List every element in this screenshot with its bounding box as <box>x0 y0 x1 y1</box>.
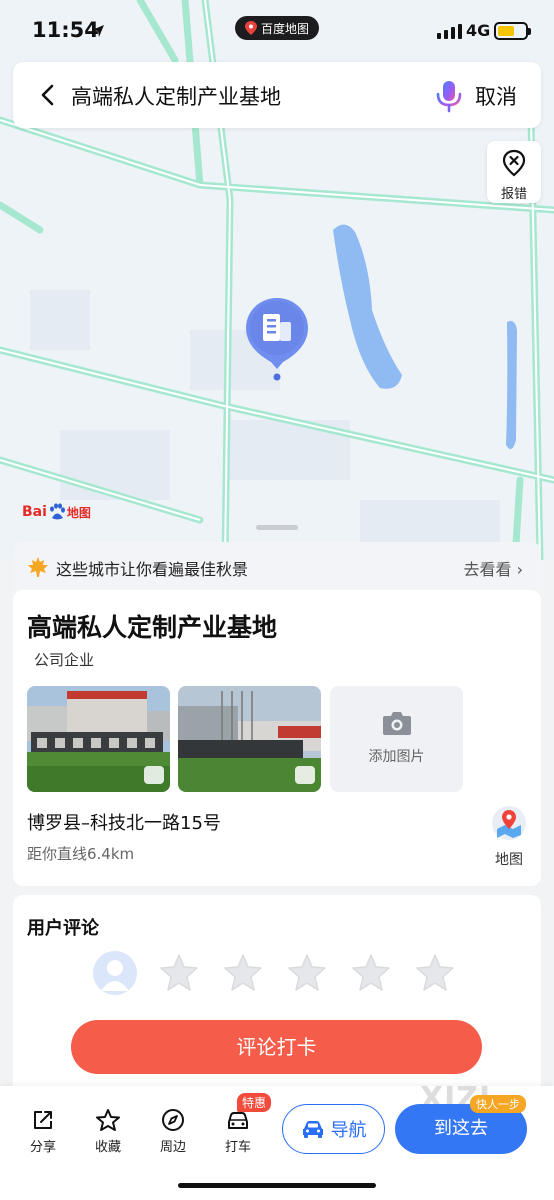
maple-leaf-icon <box>28 557 48 577</box>
map-pin-icon <box>244 21 257 35</box>
app-pill-label: 百度地图 <box>260 21 309 36</box>
favorite-label: 收藏 <box>94 1140 121 1155</box>
baidu-paw-icon <box>49 503 65 520</box>
go-here-badge: 快人一步 <box>470 1095 526 1113</box>
voice-mic-icon[interactable] <box>433 79 465 113</box>
map-view[interactable]: 11:54 百度地图 4G 高端私人定制产业基地 取消 报错 Bai 地图 <box>0 0 554 560</box>
poi-category: 公司企业 <box>34 651 95 669</box>
favorite-button[interactable]: 收藏 <box>86 1108 130 1155</box>
signal-icon <box>437 24 462 39</box>
taxi-label: 打车 <box>224 1140 251 1155</box>
photo-icon <box>295 766 315 784</box>
network-type: 4G <box>466 21 491 40</box>
compass-icon <box>162 1109 184 1131</box>
nearby-button[interactable]: 周边 <box>151 1108 195 1155</box>
poi-distance: 距你直线6.4km <box>27 845 135 863</box>
rating-star-1[interactable] <box>158 952 200 994</box>
photo-icon <box>144 766 164 784</box>
view-map-label: 地图 <box>495 852 523 868</box>
search-query[interactable]: 高端私人定制产业基地 <box>71 81 281 111</box>
poi-photo-1[interactable] <box>27 686 170 792</box>
back-icon[interactable] <box>35 82 61 108</box>
cancel-button[interactable]: 取消 <box>475 81 517 111</box>
poi-title: 高端私人定制产业基地 <box>27 613 278 642</box>
camera-icon <box>382 712 411 735</box>
share-icon <box>34 1111 52 1129</box>
nearby-label: 周边 <box>159 1140 186 1155</box>
avatar <box>93 951 137 995</box>
review-title: 用户评论 <box>27 918 99 939</box>
promo-banner[interactable]: 这些城市让你看遍最佳秋景 去看看 › <box>13 542 541 592</box>
bottom-action-bar: XIZI 分享 收藏 周边 打车 特惠 导航 到这去 快人一步 <box>0 1081 554 1200</box>
rating-stars[interactable] <box>158 952 456 994</box>
rating-star-5[interactable] <box>414 952 456 994</box>
report-pin-icon <box>502 149 526 177</box>
baidu-logo: Bai 地图 <box>22 503 91 520</box>
add-photo-label: 添加图片 <box>368 749 425 765</box>
promo-link[interactable]: 去看看 › <box>464 556 524 580</box>
search-bar[interactable]: 高端私人定制产业基地 取消 <box>13 62 541 128</box>
navigate-label: 导航 <box>330 1120 367 1141</box>
view-map-button[interactable]: 地图 <box>488 805 530 869</box>
poi-card: 高端私人定制产业基地 公司企业 添加图片 博罗县–科技北一路15号 距你直线6.… <box>13 590 541 886</box>
home-indicator <box>178 1183 376 1188</box>
app-pill: 百度地图 <box>235 16 319 40</box>
battery-icon <box>494 22 531 40</box>
report-error-label: 报错 <box>500 187 527 202</box>
poi-address: 博罗县–科技北一路15号 <box>27 813 221 834</box>
rating-star-3[interactable] <box>286 952 328 994</box>
map-pin-icon <box>492 806 526 840</box>
taxi-deal-badge: 特惠 <box>237 1093 272 1112</box>
poi-photo-2[interactable] <box>178 686 321 792</box>
sheet-handle[interactable] <box>256 525 298 530</box>
review-checkin-button[interactable]: 评论打卡 <box>71 1020 482 1074</box>
share-button[interactable]: 分享 <box>21 1108 65 1155</box>
add-photo-button[interactable]: 添加图片 <box>330 686 463 792</box>
navigate-button[interactable]: 导航 <box>282 1104 385 1154</box>
review-card: 用户评论 评论打卡 <box>13 895 541 1095</box>
promo-text: 这些城市让你看遍最佳秋景 <box>56 560 249 579</box>
rating-star-4[interactable] <box>350 952 392 994</box>
poi-marker-icon[interactable] <box>244 296 310 382</box>
rating-star-2[interactable] <box>222 952 264 994</box>
star-outline-icon <box>96 1109 120 1131</box>
taxi-button[interactable]: 打车 <box>216 1108 260 1155</box>
car-icon <box>302 1121 323 1138</box>
share-label: 分享 <box>29 1140 56 1155</box>
location-arrow-icon <box>92 25 104 37</box>
status-time: 11:54 <box>32 18 99 42</box>
user-avatar-icon <box>101 960 129 991</box>
status-bar: 11:54 百度地图 4G <box>0 0 554 64</box>
report-error-button[interactable]: 报错 <box>487 141 541 203</box>
